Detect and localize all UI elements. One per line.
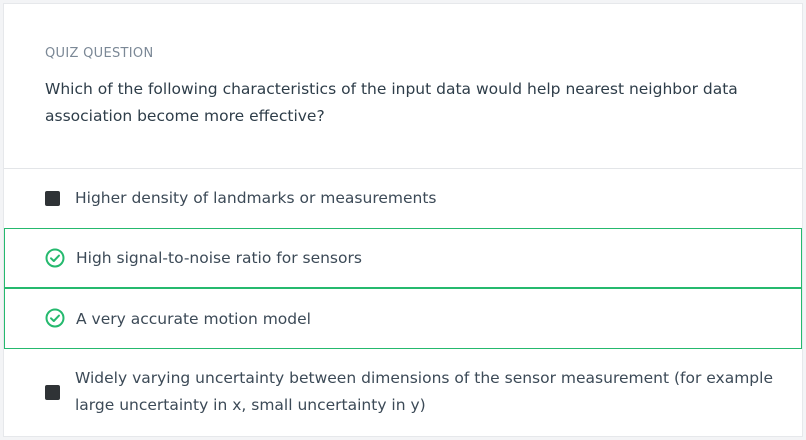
check-circle-icon[interactable]: [45, 248, 65, 268]
option-item-1[interactable]: Higher density of landmarks or measureme…: [4, 169, 802, 228]
option-item-4[interactable]: Widely varying uncertainty between dimen…: [4, 349, 802, 437]
option-label: Widely varying uncertainty between dimen…: [75, 369, 773, 414]
quiz-card: QUIZ QUESTION Which of the following cha…: [3, 3, 803, 437]
checkbox-icon[interactable]: [45, 385, 60, 400]
option-item-2[interactable]: High signal-to-noise ratio for sensors: [4, 228, 802, 288]
option-item-3[interactable]: A very accurate motion model: [4, 288, 802, 349]
checkbox-icon[interactable]: [45, 191, 60, 206]
quiz-header: QUIZ QUESTION Which of the following cha…: [4, 4, 802, 169]
quiz-question: Which of the following characteristics o…: [45, 80, 738, 125]
check-circle-icon[interactable]: [45, 308, 65, 328]
option-label: Higher density of landmarks or measureme…: [75, 189, 437, 207]
option-label: High signal-to-noise ratio for sensors: [76, 249, 362, 267]
option-label: A very accurate motion model: [76, 310, 311, 328]
quiz-label: QUIZ QUESTION: [45, 46, 154, 61]
